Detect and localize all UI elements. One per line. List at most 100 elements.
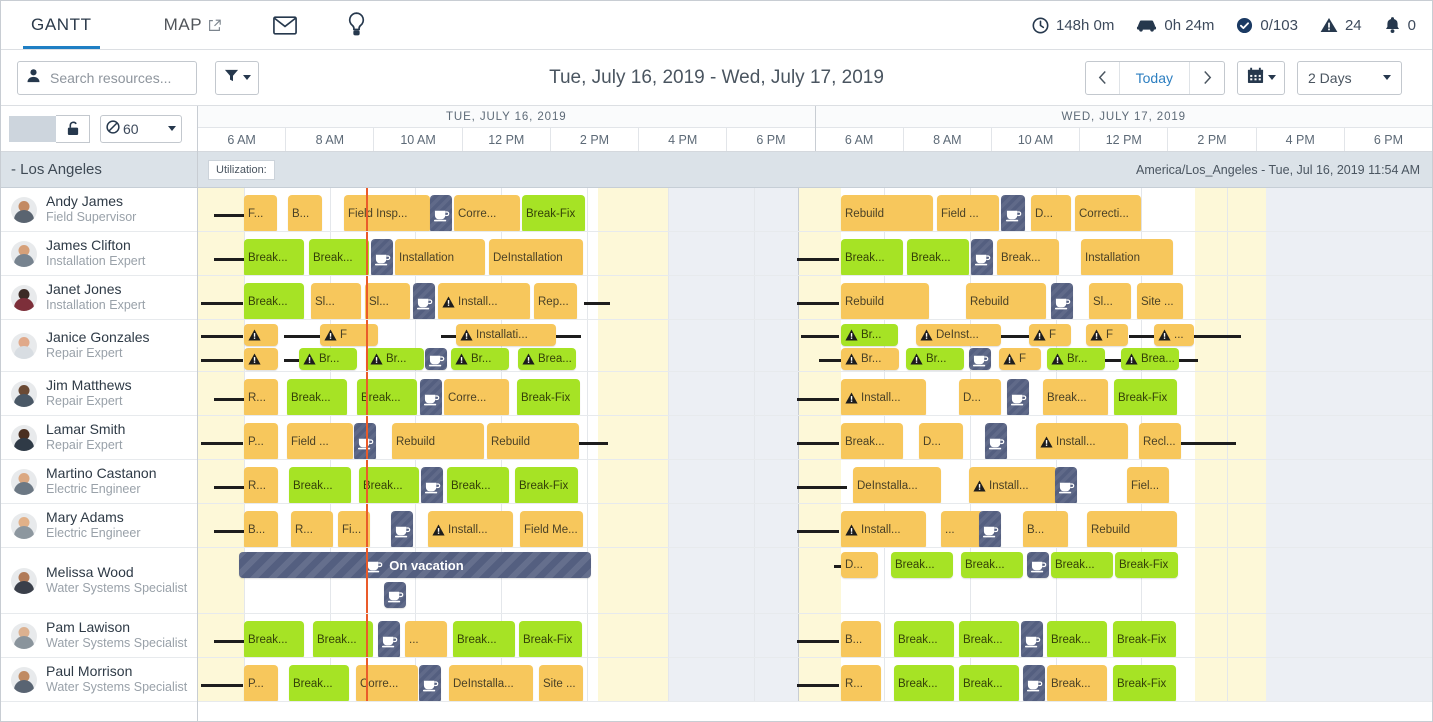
mail-button[interactable] xyxy=(263,1,307,49)
today-button[interactable]: Today xyxy=(1120,61,1190,94)
appointment-bar[interactable]: ... xyxy=(1154,324,1194,346)
resource-row[interactable]: Martino Castanon Electric Engineer xyxy=(1,460,197,504)
appointment-bar[interactable] xyxy=(244,348,278,370)
appointment-bar[interactable]: Site ... xyxy=(1137,283,1183,319)
appointment-bar[interactable]: D... xyxy=(959,379,1001,415)
appointment-bar[interactable]: Install... xyxy=(428,511,513,547)
resource-limit-select[interactable]: 60 xyxy=(100,114,182,143)
appointment-bar[interactable]: Rebuild xyxy=(392,423,484,459)
appointment-bar[interactable]: Br... xyxy=(1047,348,1105,370)
lock-toggle-button[interactable] xyxy=(56,114,90,143)
appointment-bar[interactable]: Brea... xyxy=(518,348,576,370)
appointment-bar[interactable]: Break... xyxy=(1047,665,1107,701)
appointment-bar[interactable]: Recl... xyxy=(1139,423,1181,459)
break-bar[interactable] xyxy=(384,582,406,608)
break-bar[interactable] xyxy=(971,239,993,275)
resource-row[interactable]: Mary Adams Electric Engineer xyxy=(1,504,197,548)
tab-map[interactable]: MAP xyxy=(156,1,230,49)
appointment-bar[interactable]: Rebuild xyxy=(1087,511,1177,547)
appointment-bar[interactable]: Break... xyxy=(894,665,954,701)
appointment-bar[interactable]: Br... xyxy=(366,348,424,370)
appointment-bar[interactable]: Field ... xyxy=(937,195,999,231)
break-bar[interactable] xyxy=(419,665,441,701)
appointment-bar[interactable]: Field Me... xyxy=(520,511,583,547)
break-bar[interactable] xyxy=(1001,195,1025,231)
appointment-bar[interactable]: Install... xyxy=(438,283,530,319)
break-bar[interactable] xyxy=(420,379,442,415)
appointment-bar[interactable]: Rep... xyxy=(534,283,577,319)
appointment-bar[interactable]: Break... xyxy=(891,552,953,578)
search-resources-box[interactable] xyxy=(17,60,197,95)
appointment-bar[interactable]: Break... xyxy=(907,239,969,275)
appointment-bar[interactable]: Break... xyxy=(453,621,515,657)
appointment-bar[interactable]: DeInstallation xyxy=(489,239,583,275)
appointment-bar[interactable]: Break... xyxy=(1051,552,1113,578)
appointment-bar[interactable]: Break... xyxy=(313,621,373,657)
resource-row[interactable]: Janet Jones Installation Expert xyxy=(1,276,197,320)
appointment-bar[interactable]: F xyxy=(320,324,378,346)
appointment-bar[interactable]: Break-Fix xyxy=(522,195,585,231)
break-bar[interactable] xyxy=(413,283,435,319)
appointment-bar[interactable]: Installati... xyxy=(456,324,556,346)
appointment-bar[interactable]: B... xyxy=(288,195,322,231)
resource-row[interactable]: Melissa Wood Water Systems Specialist xyxy=(1,548,197,614)
appointment-bar[interactable]: Br... xyxy=(841,324,898,346)
search-input[interactable] xyxy=(48,68,188,87)
appointment-bar[interactable]: Rebuild xyxy=(966,283,1046,319)
break-bar[interactable] xyxy=(985,423,1007,459)
appointment-bar[interactable]: D... xyxy=(841,552,878,578)
appointment-bar[interactable]: Sl... xyxy=(1089,283,1131,319)
next-period-button[interactable] xyxy=(1190,62,1224,94)
resource-row[interactable]: Andy James Field Supervisor xyxy=(1,188,197,232)
appointment-bar[interactable]: Break-Fix xyxy=(515,467,578,503)
break-bar[interactable] xyxy=(430,195,452,231)
appointment-bar[interactable] xyxy=(244,324,278,346)
appointment-bar[interactable]: Break... xyxy=(447,467,509,503)
appointment-bar[interactable]: P... xyxy=(244,423,278,459)
appointment-bar[interactable]: Install... xyxy=(841,511,926,547)
break-bar[interactable] xyxy=(391,511,413,547)
appointment-bar[interactable]: Break... xyxy=(841,423,903,459)
appointment-bar[interactable]: Correcti... xyxy=(1075,195,1141,231)
prev-period-button[interactable] xyxy=(1086,61,1120,94)
resource-row[interactable]: Jim Matthews Repair Expert xyxy=(1,372,197,416)
appointment-bar[interactable]: Sl... xyxy=(311,283,361,319)
period-length-select[interactable]: 2 Days xyxy=(1297,60,1402,95)
appointment-bar[interactable]: Rebuild xyxy=(841,283,929,319)
appointment-bar[interactable]: Break... xyxy=(894,621,954,657)
appointment-bar[interactable]: Break... xyxy=(309,239,369,275)
appointment-bar[interactable]: Break... xyxy=(1043,379,1108,415)
appointment-bar[interactable]: F... xyxy=(244,195,277,231)
appointment-bar[interactable]: Break... xyxy=(959,621,1019,657)
appointment-bar[interactable]: Break-Fix xyxy=(1114,379,1177,415)
appointment-bar[interactable]: Corre... xyxy=(454,195,520,231)
resource-row[interactable]: Paul Morrison Water Systems Specialist xyxy=(1,658,197,702)
appointment-bar[interactable]: Break-Fix xyxy=(1113,621,1176,657)
break-bar[interactable] xyxy=(1023,665,1045,701)
appointment-bar[interactable]: Br... xyxy=(451,348,509,370)
appointment-bar[interactable]: D... xyxy=(919,423,963,459)
appointment-bar[interactable]: Install... xyxy=(841,379,926,415)
resource-row[interactable]: James Clifton Installation Expert xyxy=(1,232,197,276)
appointment-bar[interactable]: Rebuild xyxy=(841,195,933,231)
lightbulb-button[interactable] xyxy=(337,1,376,49)
appointment-bar[interactable]: Break... xyxy=(244,621,304,657)
tab-gantt[interactable]: GANTT xyxy=(23,1,100,49)
appointment-bar[interactable]: Break... xyxy=(289,467,351,503)
appointment-bar[interactable]: R... xyxy=(841,665,881,701)
break-bar[interactable] xyxy=(1007,379,1029,415)
appointment-bar[interactable]: DeInst... xyxy=(916,324,1001,346)
appointment-bar[interactable]: Break... xyxy=(287,379,347,415)
appointment-bar[interactable]: Rebuild xyxy=(487,423,579,459)
appointment-bar[interactable]: Installation xyxy=(395,239,485,275)
vacation-bar[interactable]: On vacation xyxy=(239,552,591,578)
appointment-bar[interactable]: Brea... xyxy=(1121,348,1179,370)
appointment-bar[interactable]: Fiel... xyxy=(1127,467,1169,503)
resource-row[interactable]: Pam Lawison Water Systems Specialist xyxy=(1,614,197,658)
resource-row[interactable]: Lamar Smith Repair Expert xyxy=(1,416,197,460)
break-bar[interactable] xyxy=(1055,467,1077,503)
appointment-bar[interactable]: B... xyxy=(841,621,881,657)
appointment-bar[interactable]: Break... xyxy=(359,467,419,503)
appointment-bar[interactable]: Break... xyxy=(959,665,1019,701)
appointment-bar[interactable]: R... xyxy=(244,379,278,415)
